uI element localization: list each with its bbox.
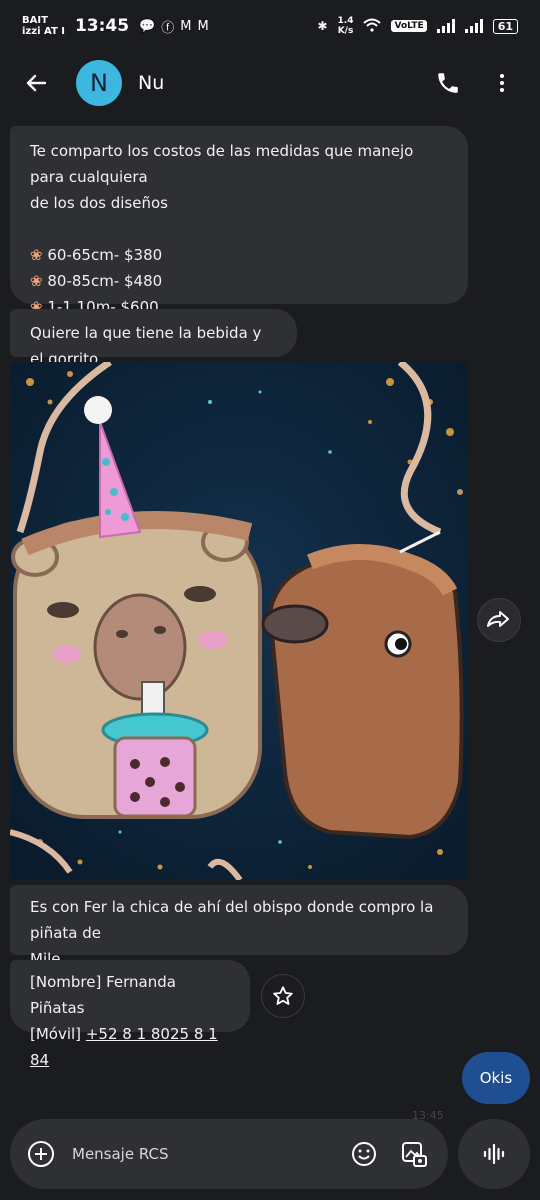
signal-icon [436, 19, 455, 33]
pinata-photo[interactable] [10, 362, 468, 880]
arrow-left-icon [26, 74, 47, 92]
message-input[interactable]: Mensaje RCS [72, 1145, 332, 1163]
incoming-message[interactable]: Quiere la que tiene la bebida y el gorri… [10, 309, 297, 368]
volte-badge: VoLTE [391, 20, 427, 32]
gallery-button[interactable] [396, 1136, 432, 1172]
incoming-contact-message[interactable]: [Nombre] Fernanda Piñatas [Móvil] +52 8 … [10, 960, 250, 1069]
back-button[interactable] [18, 65, 54, 101]
call-button[interactable] [428, 63, 468, 103]
bluetooth-icon: ✱ [317, 19, 328, 33]
conversation-header: N Nu [0, 52, 540, 114]
star-message-button[interactable] [261, 974, 305, 1018]
outgoing-message[interactable]: Okis [462, 1052, 530, 1104]
star-icon [273, 986, 293, 1005]
gallery-icon [402, 1142, 427, 1167]
more-vert-icon [500, 74, 504, 92]
emoji-button[interactable] [346, 1136, 382, 1172]
contact-name[interactable]: Nu [138, 72, 414, 94]
notification-icons: 💬 ⓕ M M [139, 17, 209, 36]
carrier-label: BAIT izzi AT I [22, 15, 65, 37]
chat-notification-icon: 💬 [139, 18, 156, 34]
lotus-emoji-icon: ❀ [30, 272, 43, 290]
contact-avatar[interactable]: N [76, 60, 122, 106]
add-attachment-button[interactable] [26, 1139, 56, 1169]
gmail-icon-2: M [197, 18, 209, 34]
plus-circle-icon [28, 1141, 54, 1167]
voice-message-button[interactable] [458, 1119, 530, 1189]
lotus-emoji-icon: ❀ [30, 246, 43, 264]
forward-icon [487, 611, 509, 627]
incoming-message-prices[interactable]: Te comparto los costos de las medidas qu… [10, 126, 468, 316]
status-bar: BAIT izzi AT I 13:45 💬 ⓕ M M ✱ 1.4 K/s V… [0, 0, 540, 52]
phone-icon [438, 73, 458, 93]
more-options-button[interactable] [482, 63, 522, 103]
price-line: ❀ 60-65cm- $380 [30, 246, 163, 264]
waveform-icon [483, 1143, 505, 1165]
battery-indicator: 61 [492, 18, 518, 34]
forward-button[interactable] [477, 598, 521, 642]
facebook-icon: ⓕ [161, 20, 175, 36]
signal-icon-2 [464, 19, 483, 33]
emoji-icon [352, 1142, 376, 1166]
gmail-icon: M [180, 18, 192, 34]
status-time: 13:45 [74, 16, 130, 36]
wifi-icon [363, 18, 382, 35]
incoming-message[interactable]: Es con Fer la chica de ahí del obispo do… [10, 885, 468, 968]
price-line: ❀ 80-85cm- $480 [30, 272, 163, 290]
network-speed: 1.4 K/s [337, 16, 354, 36]
message-composer: Mensaje RCS [10, 1119, 448, 1189]
